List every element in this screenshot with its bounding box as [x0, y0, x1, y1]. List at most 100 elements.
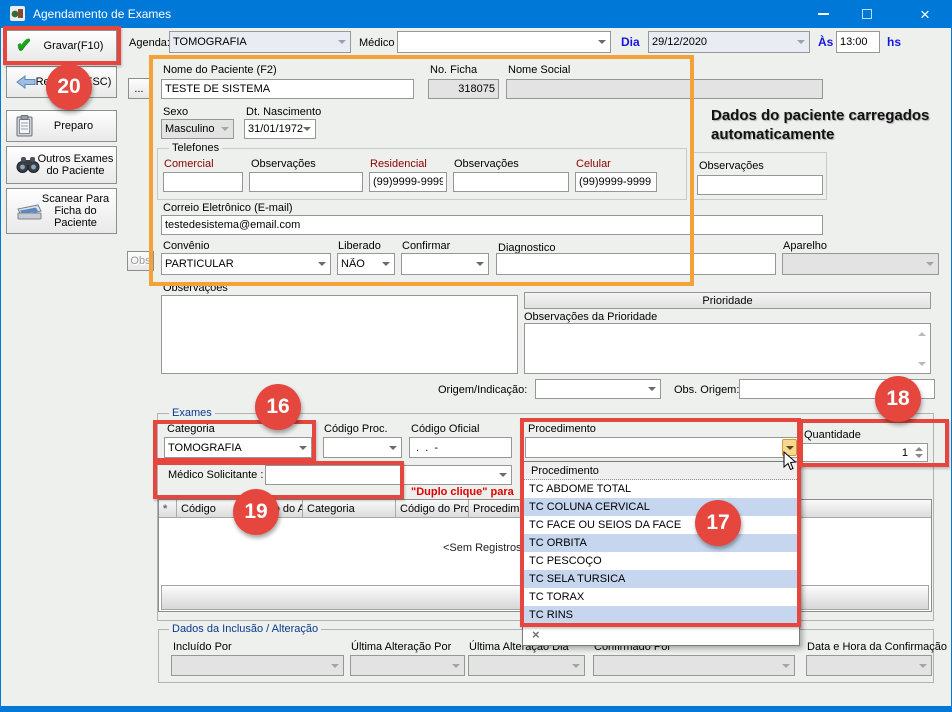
- sexo-label: Sexo: [163, 106, 188, 118]
- preparo-button[interactable]: Preparo: [6, 110, 117, 142]
- chevron-down-icon: [778, 657, 793, 674]
- titlebar: Agendamento de Exames ×: [1, 0, 952, 28]
- window-title: Agendamento de Exames: [33, 7, 171, 21]
- checkmark-icon: ✔: [16, 40, 32, 52]
- convenio-select[interactable]: PARTICULAR: [161, 253, 331, 275]
- quantidade-stepper[interactable]: 1: [802, 443, 928, 462]
- obs-residencial-input[interactable]: [453, 172, 569, 192]
- telefones-legend: Telefones: [169, 142, 222, 154]
- scanear-button[interactable]: Scanear Para Ficha do Paciente: [6, 188, 117, 234]
- grid-header-codigo[interactable]: Código: [177, 500, 241, 517]
- diagnostico-input[interactable]: [496, 253, 776, 275]
- data-confirmacao-label: Data e Hora da Confirmação: [807, 641, 947, 653]
- agendamento-window: Agendamento de Exames × Agenda: TOMOGRAF…: [0, 0, 952, 712]
- categoria-select[interactable]: TOMOGRAFIA: [164, 437, 312, 458]
- grid-header-codigo-do-pro[interactable]: Código do Pro: [396, 500, 469, 517]
- comercial-input[interactable]: [163, 172, 243, 192]
- celular-input[interactable]: (99)9999-9999: [575, 172, 657, 192]
- scanner-icon: [16, 201, 42, 221]
- popup-item[interactable]: TC RINS: [523, 606, 799, 624]
- obs-prioridade-textarea[interactable]: [524, 323, 931, 374]
- origem-label: Origem/Indicação:: [438, 384, 527, 396]
- residencial-input[interactable]: (99)9999-9999: [369, 172, 447, 192]
- chevron-down-icon: [922, 255, 937, 273]
- popup-item[interactable]: TC COLUNA CERVICAL: [523, 498, 799, 516]
- aparelho-label: Aparelho: [783, 240, 827, 252]
- medico-solicitante-combobox[interactable]: [265, 465, 512, 485]
- gravar-button[interactable]: ✔ Gravar(F10): [6, 30, 117, 62]
- grid-header-categoria[interactable]: Categoria: [303, 500, 396, 517]
- procedimento-combobox[interactable]: [525, 437, 799, 458]
- hs-label: hs: [887, 36, 901, 48]
- dia-select[interactable]: 29/12/2020: [648, 31, 810, 53]
- agenda-label: Agenda:: [129, 37, 170, 49]
- nascimento-select[interactable]: 31/01/1972: [244, 119, 316, 139]
- procedimento-label: Procedimento: [528, 423, 596, 435]
- obs-celular-label: Observações: [699, 160, 764, 172]
- row-marker-icon: *: [159, 500, 177, 517]
- maximize-button[interactable]: [845, 0, 889, 28]
- chevron-down-icon: [594, 33, 609, 51]
- chevron-down-icon: [644, 381, 659, 397]
- more-button[interactable]: ...: [128, 78, 150, 99]
- close-icon: ×: [920, 6, 930, 23]
- popup-item[interactable]: TC SELA TURSICA: [523, 570, 799, 588]
- chevron-down-icon: [299, 121, 314, 137]
- nome-paciente-input[interactable]: TESTE DE SISTEMA: [161, 79, 414, 99]
- mouse-cursor: [783, 451, 797, 471]
- popup-item[interactable]: TC ORBITA: [523, 534, 799, 552]
- minimize-button[interactable]: [801, 0, 845, 28]
- medico-label: Médico: [359, 37, 394, 49]
- popup-item[interactable]: TC PESCOÇO: [523, 552, 799, 570]
- confirmado-select: [593, 655, 795, 676]
- annotation-circle-18: 18: [875, 376, 921, 422]
- chevron-down-icon: [568, 657, 583, 674]
- liberado-select[interactable]: NÃO: [337, 253, 395, 275]
- nome-paciente-label: Nome do Paciente (F2): [163, 64, 277, 76]
- popup-close-icon[interactable]: ×: [532, 627, 540, 642]
- codigo-proc-select[interactable]: [323, 437, 402, 458]
- quantidade-label: Quantidade: [804, 429, 861, 441]
- close-button[interactable]: ×: [897, 0, 952, 28]
- prioridade-header: Prioridade: [524, 292, 931, 309]
- categoria-label: Categoria: [167, 423, 215, 435]
- time-input[interactable]: 13:00: [836, 31, 880, 53]
- popup-item[interactable]: TC ABDOME TOTAL: [523, 480, 799, 498]
- origem-select[interactable]: [535, 379, 661, 399]
- obs-celular-input[interactable]: [697, 175, 823, 195]
- convenio-label: Convênio: [163, 240, 209, 252]
- obs-origem-label: Obs. Origem:: [674, 384, 739, 396]
- popup-item[interactable]: TC FACE OU SEIOS DA FACE: [523, 516, 799, 534]
- scroll-up-icon[interactable]: [915, 327, 928, 340]
- obs-residencial-label: Observações: [454, 158, 519, 170]
- codigo-oficial-input[interactable]: . . -: [409, 437, 512, 458]
- obs-comercial-label: Observações: [251, 158, 316, 170]
- chevron-down-icon: [472, 255, 487, 273]
- medico-select[interactable]: [397, 31, 611, 53]
- scroll-down-icon[interactable]: [915, 357, 928, 370]
- observacoes-textarea[interactable]: [161, 295, 518, 374]
- minimize-icon: [818, 13, 829, 15]
- hora-label: Às: [818, 36, 833, 48]
- email-input[interactable]: testedesistema@email.com: [161, 215, 823, 235]
- codigo-oficial-label: Código Oficial: [411, 423, 479, 435]
- annotation-circle-16: 16: [255, 384, 301, 430]
- celular-label: Celular: [576, 158, 611, 170]
- grid-empty-state: <Sem Registros>: [443, 542, 528, 554]
- spinner-arrows-icon[interactable]: [911, 445, 926, 460]
- obs-comercial-input[interactable]: [249, 172, 363, 192]
- window-bottom-border: [1, 706, 952, 712]
- observacoes-label: Observações: [163, 282, 228, 294]
- duplo-clique-hint: "Duplo clique" para: [411, 486, 521, 498]
- outros-exames-button[interactable]: Outros Exames do Paciente: [6, 146, 117, 184]
- agenda-select[interactable]: TOMOGRAFIA: [169, 31, 351, 53]
- annotation-circle-20: 20: [46, 64, 92, 110]
- popup-item[interactable]: TC TORAX: [523, 588, 799, 606]
- popup-footer: ×: [523, 624, 799, 645]
- obs-button[interactable]: Obs: [127, 251, 154, 271]
- confirmar-select[interactable]: [401, 253, 489, 275]
- dia-label: Dia: [621, 36, 640, 48]
- chevron-down-icon: [327, 657, 342, 674]
- chevron-down-icon: [448, 657, 463, 674]
- chevron-down-icon: [385, 439, 400, 456]
